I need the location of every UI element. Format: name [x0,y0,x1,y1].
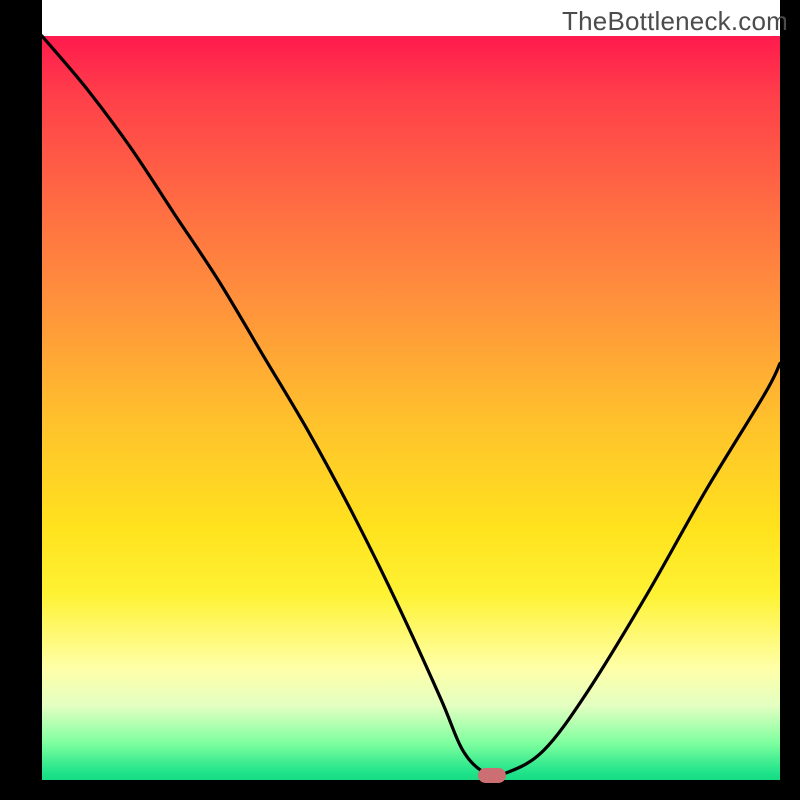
watermark-text: TheBottleneck.com [562,6,788,37]
bottleneck-chart: TheBottleneck.com [0,0,800,800]
curve-svg [0,0,800,800]
bottleneck-curve-path [42,36,780,775]
optimal-marker [478,768,506,783]
plot-area [0,0,800,800]
